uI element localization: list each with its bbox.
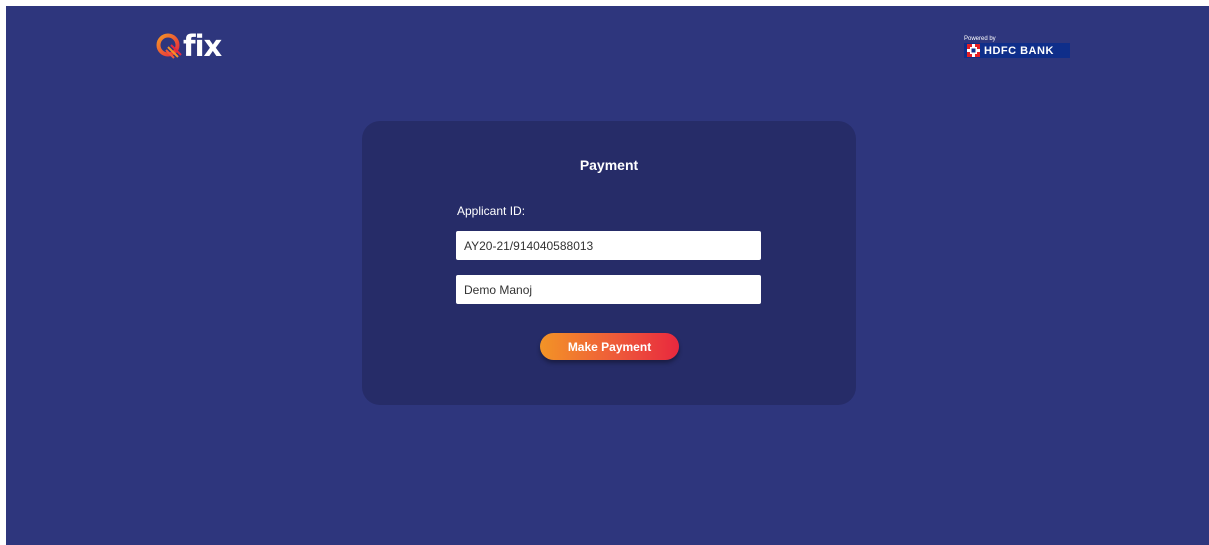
make-payment-button[interactable]: Make Payment (540, 333, 679, 360)
hdfc-bank-logo: HDFC BANK (964, 43, 1070, 58)
applicant-id-input[interactable] (456, 231, 761, 260)
logo-text: fix (183, 28, 222, 63)
applicant-name-input[interactable] (456, 275, 761, 304)
payment-title: Payment (579, 157, 639, 173)
payment-card: Payment Applicant ID: Make Payment (362, 121, 856, 405)
applicant-id-label: Applicant ID: (457, 204, 526, 218)
hdfc-logo-icon (967, 44, 980, 57)
powered-by-label: Powered by (964, 36, 996, 42)
qfix-logo: fix (156, 26, 222, 66)
qfix-q-icon (156, 33, 182, 59)
page-background: fix Powered by HDFC BANK Payment Applica… (6, 6, 1209, 545)
bank-name: HDFC BANK (984, 44, 1054, 57)
powered-by-badge: Powered by HDFC BANK (964, 36, 1070, 58)
